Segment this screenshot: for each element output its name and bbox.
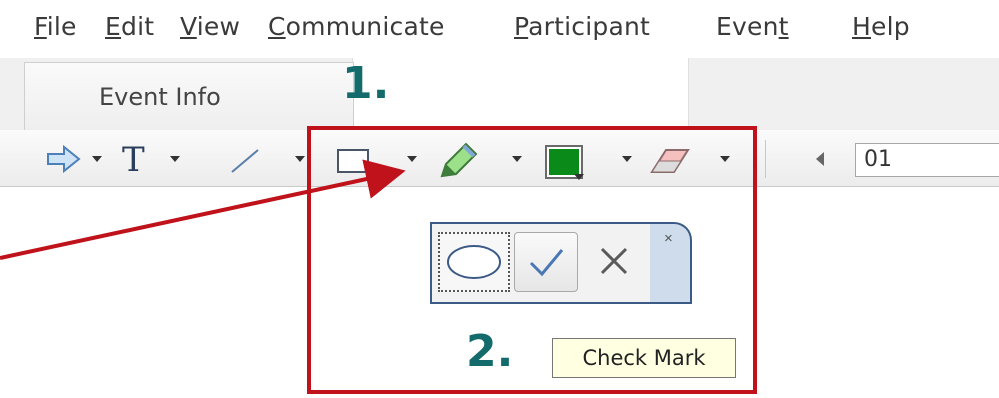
arrow-tool-dropdown[interactable] bbox=[92, 156, 102, 162]
line-tool-dropdown[interactable] bbox=[295, 156, 305, 162]
prev-page-icon[interactable] bbox=[816, 152, 824, 166]
menu-bar: File Edit View Communicate Participant E… bbox=[0, 0, 999, 58]
annotation-step-2: 2. bbox=[466, 326, 514, 377]
menu-event[interactable]: Event bbox=[716, 12, 789, 41]
menu-file[interactable]: File bbox=[34, 12, 77, 41]
page-number-input[interactable]: 01 bbox=[855, 143, 999, 177]
toolbar-separator bbox=[765, 140, 766, 178]
menu-view[interactable]: View bbox=[180, 12, 240, 41]
annotation-highlight-box bbox=[307, 126, 757, 394]
line-tool[interactable] bbox=[228, 146, 264, 181]
text-tool-icon: T bbox=[122, 140, 145, 180]
menu-help[interactable]: Help bbox=[852, 12, 910, 41]
line-tool-icon bbox=[231, 149, 259, 173]
menu-file-rest: ile bbox=[46, 12, 77, 41]
text-tool-dropdown[interactable] bbox=[170, 156, 180, 162]
menu-communicate[interactable]: Communicate bbox=[268, 12, 445, 41]
tab-blank[interactable] bbox=[352, 58, 689, 128]
tab-event-info[interactable]: Event Info bbox=[24, 62, 354, 132]
annotation-step-1: 1. bbox=[342, 58, 390, 109]
tab-event-info-label: Event Info bbox=[99, 83, 221, 111]
menu-participant[interactable]: Participant bbox=[514, 12, 650, 41]
arrow-pointer-icon bbox=[47, 144, 81, 174]
text-tool[interactable]: T bbox=[122, 140, 145, 180]
menu-edit[interactable]: Edit bbox=[105, 12, 154, 41]
arrow-pointer-tool[interactable] bbox=[46, 144, 82, 179]
